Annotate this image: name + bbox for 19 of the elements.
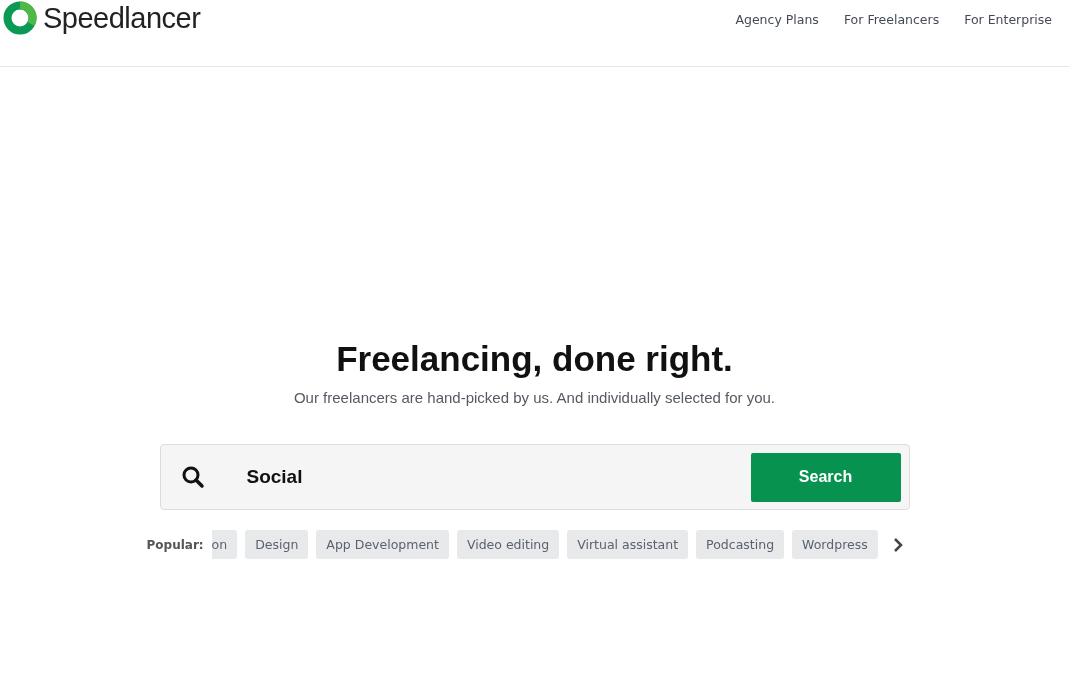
- search-button[interactable]: Search: [750, 452, 901, 502]
- logo-text[interactable]: Speedlancer: [43, 1, 201, 35]
- tag-chip[interactable]: Podcasting: [696, 530, 785, 559]
- tag-chip[interactable]: Design: [245, 530, 309, 559]
- hero-subtitle: Our freelancers are hand-picked by us. And individually selected for you.: [293, 389, 776, 406]
- nav-link[interactable]: For Freelancers: [843, 12, 940, 27]
- search-icon: [180, 465, 205, 489]
- tag-chip[interactable]: Virtual assistant: [567, 530, 689, 559]
- nav-link[interactable]: Agency Plans: [735, 12, 819, 27]
- nav-link[interactable]: For Enterprise: [964, 12, 1052, 27]
- hero-title: Freelancing, done right.: [336, 339, 733, 379]
- logo-icon: [3, 1, 37, 35]
- tag-chip[interactable]: App Development: [316, 530, 449, 559]
- popular-label: Popular:: [146, 537, 204, 552]
- search-field[interactable]: Social: [244, 465, 751, 489]
- tag-chip[interactable]: Video editing: [456, 530, 560, 559]
- tag-chip[interactable]: on: [211, 530, 238, 559]
- tag-chip[interactable]: Wordpress: [792, 530, 878, 559]
- chevron-right-icon[interactable]: [891, 536, 904, 553]
